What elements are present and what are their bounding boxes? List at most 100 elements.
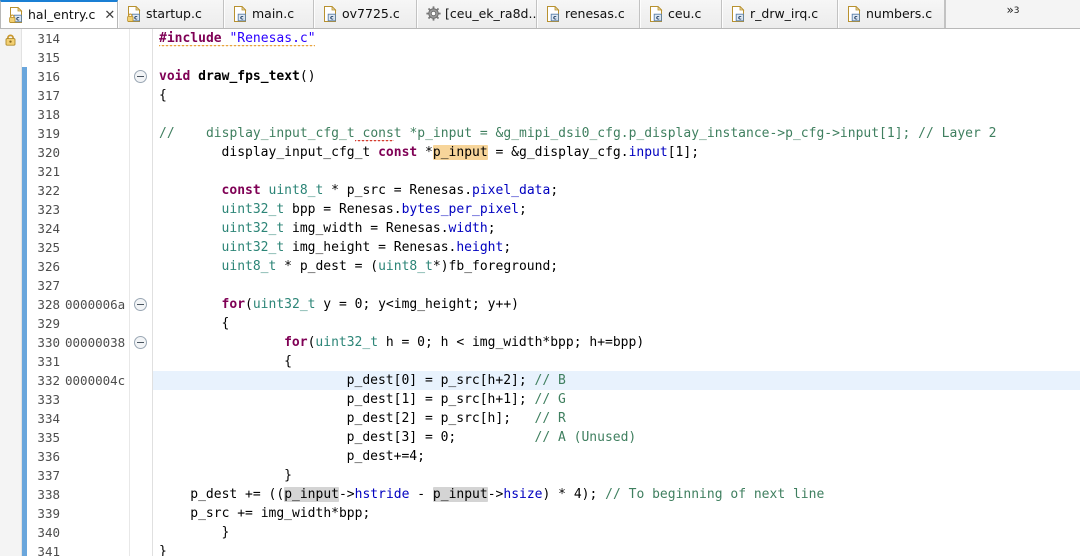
code-line[interactable]: // display_input_cfg_t const *p_input = … [159,124,996,143]
address-offset-ruler: 0000006a 00000038 0000004c [63,29,130,556]
editor-tab-numbers-c[interactable]: c numbers.c [838,0,945,28]
code-token: { [221,316,230,331]
folding-ruler[interactable] [130,29,153,556]
svg-text:c: c [134,15,138,22]
line-number: 326 [37,259,60,274]
code-line[interactable]: p_dest[1] = p_src[h+1]; // G [347,390,566,409]
code-line[interactable]: uint32_t img_width = Renesas.width; [222,219,496,238]
editor-tab-hal-entry-c[interactable]: c hal_entry.c ✕ [0,0,118,28]
code-token: * p_src = Renesas. [323,183,473,198]
source-editor[interactable]: 314 315 316 317 318 319 320 321 322 323 324 325 326 3… [0,29,1080,556]
annotation-ruler[interactable] [0,29,22,556]
editor-tab-ov7725-c[interactable]: c ov7725.c [314,0,417,28]
c-file-icon: c [546,5,560,22]
code-token: uint32_t [221,202,285,217]
code-token: img_width = Renesas. [284,221,449,236]
problem-squiggle-underline [159,45,316,48]
code-token: } [221,525,230,540]
code-line[interactable]: for(uint32_t h = 0; h < img_width*bpp; h… [284,333,644,352]
code-line[interactable]: } [222,523,230,542]
code-token: p_dest[0] = p_src[h+2]; [346,373,535,388]
code-token: input [628,145,668,160]
svg-text:c: c [330,15,334,22]
current-line-highlight [153,371,1080,390]
close-icon[interactable]: ✕ [104,9,115,22]
code-line[interactable]: { [284,352,292,371]
code-token: [1]; [667,145,700,160]
code-token: * [417,145,433,160]
line-number: 332 [37,373,60,388]
fold-collapse-icon[interactable] [134,298,147,311]
line-number: 328 [37,297,60,312]
editor-tab-r-drw-irq-c[interactable]: c r_drw_irq.c [722,0,838,28]
line-number: 327 [37,278,60,293]
line-number: 322 [37,183,60,198]
tab-overflow-button[interactable]: » 3 [945,0,1080,28]
line-number: 341 [37,544,60,556]
code-token: - [409,487,433,502]
code-line[interactable]: { [222,314,230,333]
code-line[interactable]: uint8_t * p_dest = (uint8_t*)fb_foregrou… [222,257,559,276]
gear-icon [426,6,441,22]
c-file-locked-icon: c [9,6,23,23]
line-number: 314 [37,31,60,46]
code-token: for [221,297,246,312]
code-token: hstride [354,487,410,502]
editor-tab-ceu-ek-ra8d[interactable]: [ceu_ek_ra8d... [417,0,540,28]
lock-icon[interactable] [4,32,17,46]
line-number: 318 [37,107,60,122]
code-token: { [284,354,292,369]
ide-window: c hal_entry.c ✕ c startup.c c main.c c ov7725.c [… [0,0,1080,556]
code-token: ) * 4); [542,487,606,502]
code-line[interactable]: p_dest[3] = 0; // A (Unused) [347,428,637,447]
code-token: h = 0; h < img_width*bpp; h+=bpp) [378,335,645,350]
address-offset: 0000006a [65,297,126,312]
editor-tab-renesas-c[interactable]: c renesas.c [537,0,640,28]
editor-tab-ceu-c[interactable]: c ceu.c [640,0,722,28]
editor-tab-main-c[interactable]: c main.c [224,0,314,28]
code-line[interactable]: } [159,542,167,556]
code-line[interactable]: { [159,86,167,105]
code-token: hsize [503,487,543,502]
line-number: 316 [37,69,60,84]
line-number: 320 [37,145,60,160]
code-token: uint8_t [268,183,324,198]
line-number: 323 [37,202,60,217]
code-token: uint8_t [221,259,277,274]
code-line[interactable]: p_dest[2] = p_src[h]; // R [347,409,566,428]
code-text-area[interactable]: #include "Renesas.c" void draw_fps_text()… [153,29,1080,556]
code-line[interactable]: } [284,466,292,485]
code-token: } [159,544,167,556]
fold-collapse-icon[interactable] [134,70,147,83]
code-token: #include [159,31,222,46]
code-token: height [456,240,504,255]
line-number: 325 [37,240,60,255]
code-line[interactable]: p_src += img_width*bpp; [190,504,370,523]
address-offset: 00000038 [65,335,126,350]
code-token: } [284,468,292,483]
svg-text:c: c [240,15,244,22]
tab-label: ov7725.c [342,5,400,21]
code-line[interactable]: void draw_fps_text() [159,67,316,86]
code-token: p_src += img_width*bpp; [190,506,371,521]
code-line[interactable]: const uint8_t * p_src = Renesas.pixel_da… [222,181,559,200]
code-token: -> [338,487,355,502]
line-number: 340 [37,525,60,540]
code-line[interactable]: uint32_t img_height = Renesas.height; [222,238,512,257]
code-line[interactable]: for(uint32_t y = 0; y<img_height; y++) [222,295,519,314]
editor-tab-startup-c[interactable]: c startup.c [118,0,224,28]
code-line[interactable]: uint32_t bpp = Renesas.bytes_per_pixel; [222,200,527,219]
code-token: () [299,69,316,84]
line-number: 339 [37,506,60,521]
code-line[interactable]: p_dest += ((p_input->hstride - p_input->… [190,485,824,504]
code-line[interactable]: p_dest[0] = p_src[h+2]; // B [347,371,566,390]
code-token: draw_fps_text [198,69,300,84]
svg-text:c: c [738,15,742,22]
code-line[interactable]: p_dest+=4; [347,447,425,466]
code-line[interactable]: display_input_cfg_t const *p_input = &g_… [222,143,699,162]
fold-collapse-icon[interactable] [134,336,147,349]
code-token: // To beginning of next line [605,487,825,502]
code-token: // display_input_cfg_t const *p_input = … [159,126,997,141]
tab-label: ceu.c [668,5,702,21]
code-token: p_dest[3] = 0; [346,430,535,445]
